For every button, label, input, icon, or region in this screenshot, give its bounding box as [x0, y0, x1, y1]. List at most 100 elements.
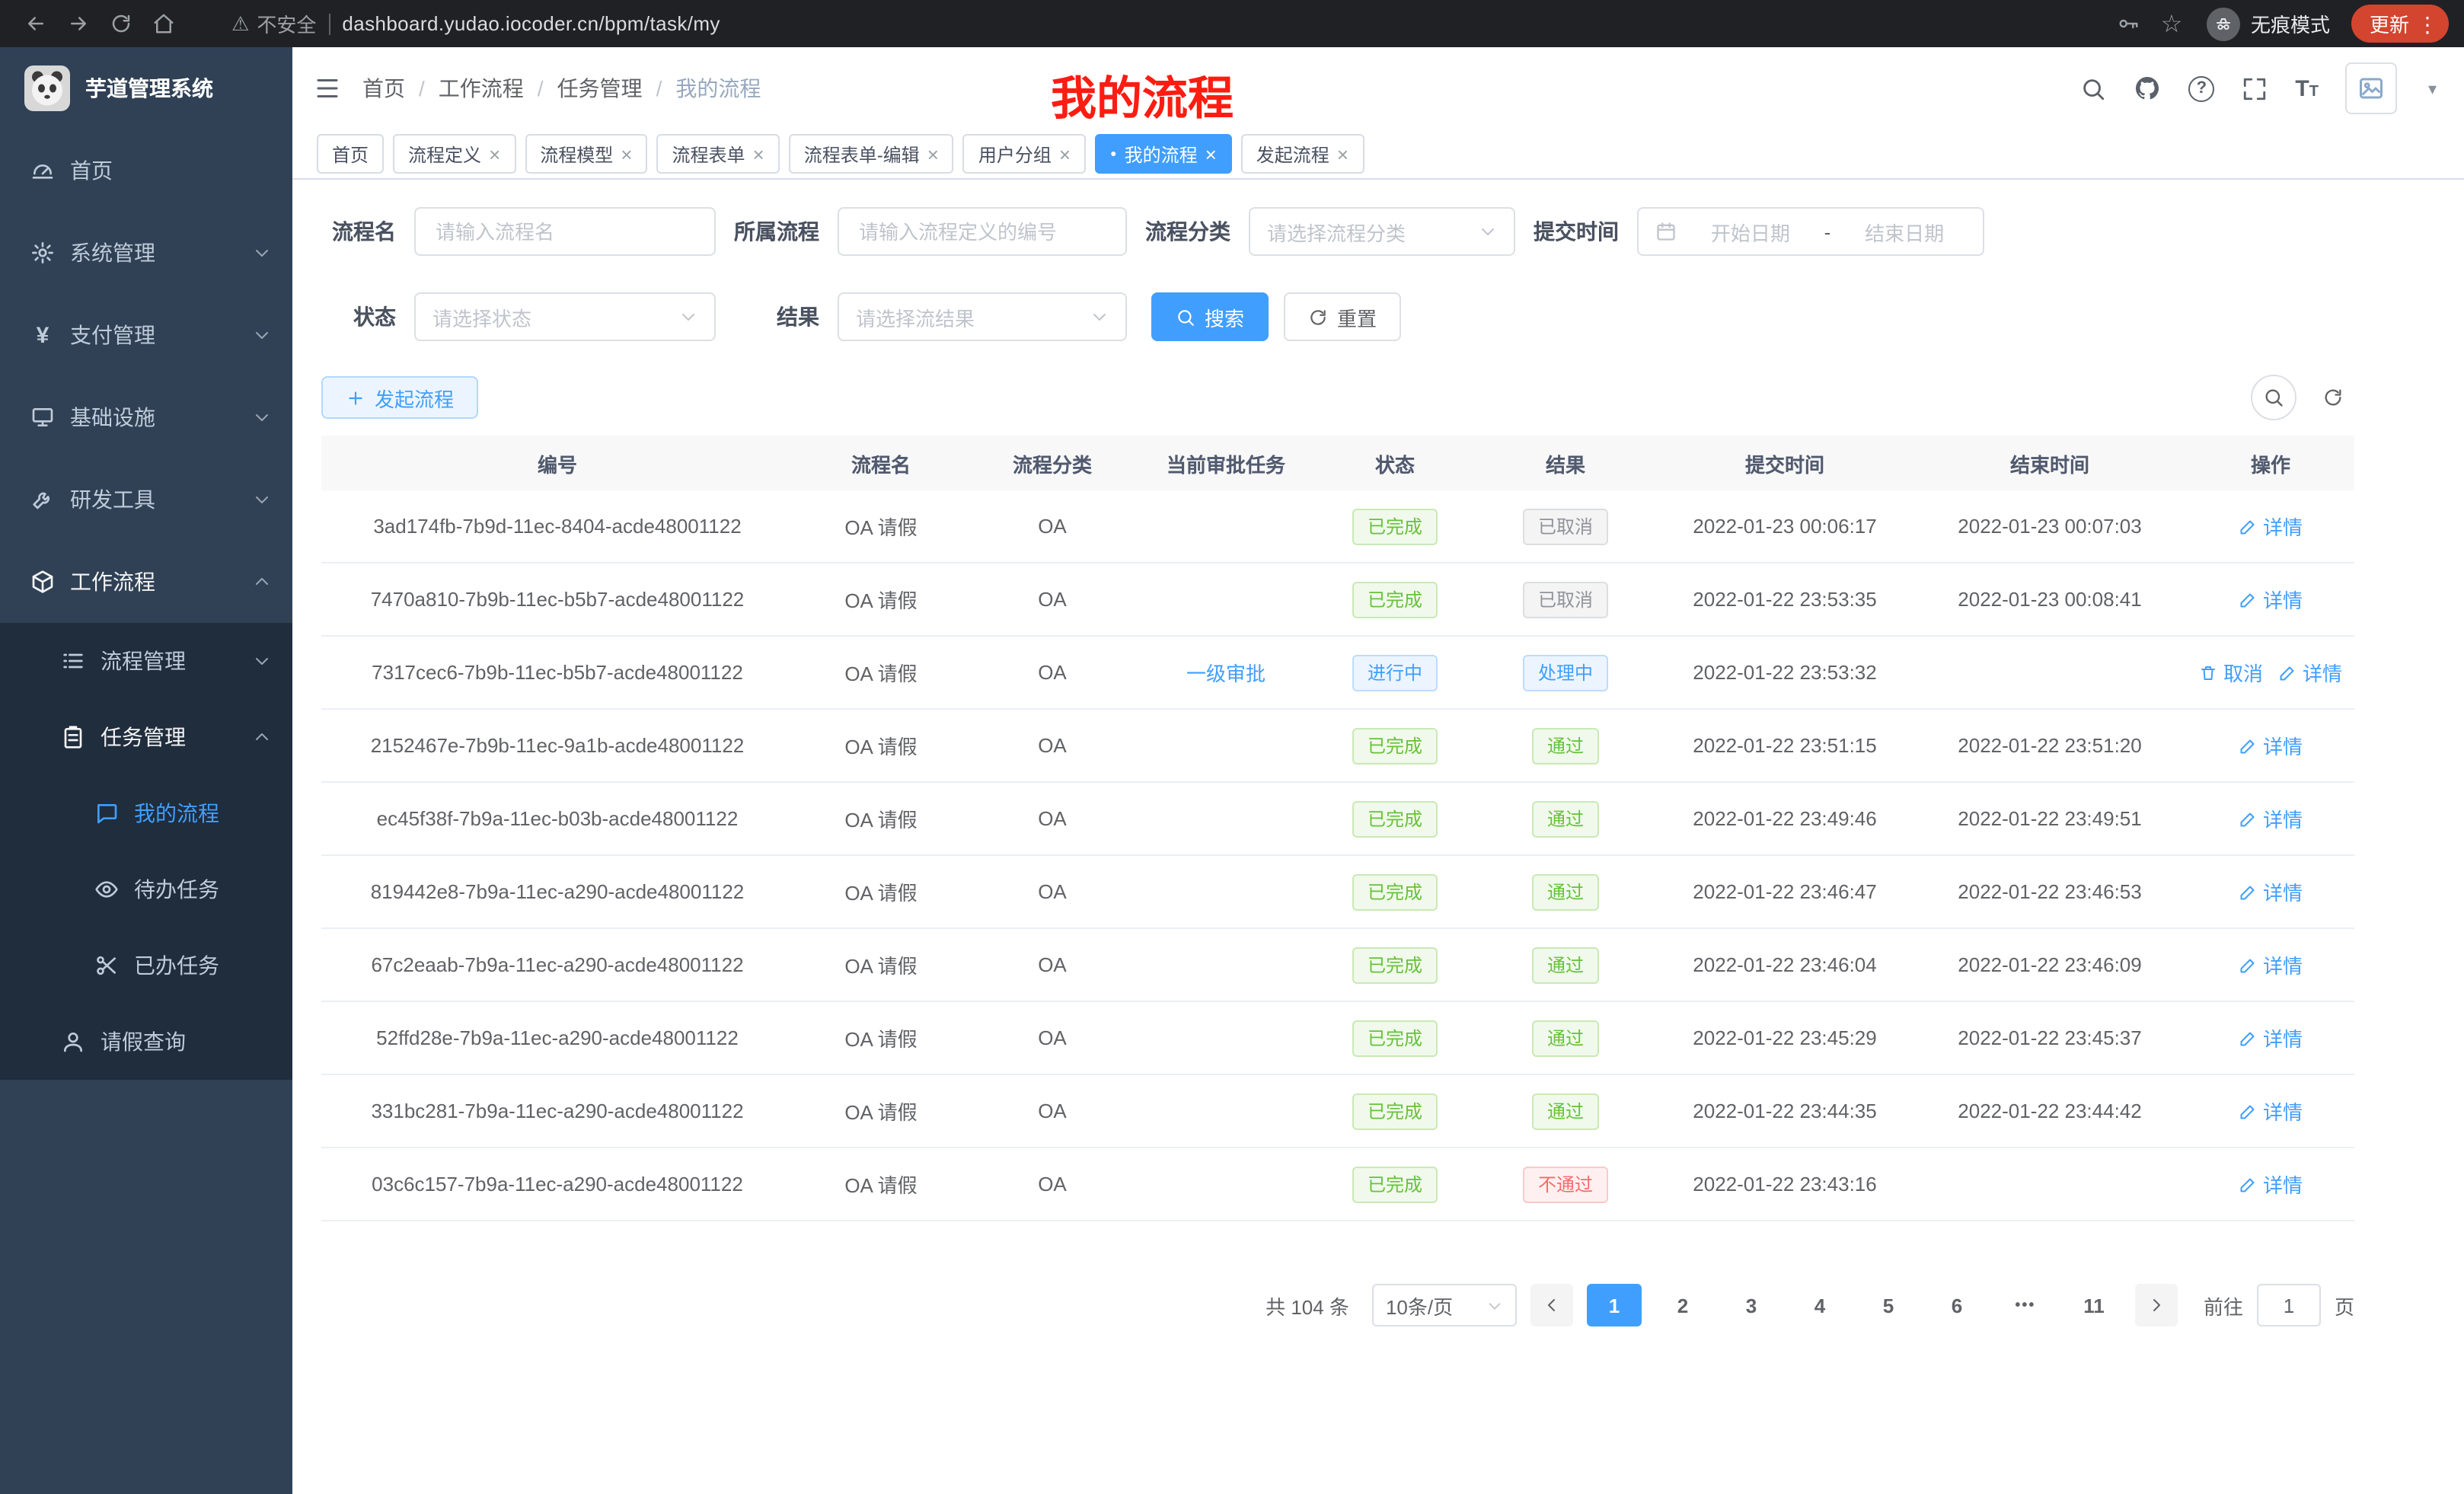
address-bar[interactable]: ⚠ 不安全 dashboard.yudao.iocoder.cn/bpm/tas… — [231, 9, 720, 38]
breadcrumb-workflow[interactable]: 工作流程 — [439, 73, 524, 104]
date-range-picker[interactable]: 开始日期 - 结束日期 — [1637, 207, 1984, 256]
breadcrumb-separator: / — [656, 76, 662, 101]
close-icon[interactable]: × — [1337, 144, 1348, 164]
sidebar-item-workflow[interactable]: 工作流程 — [0, 541, 292, 623]
page-button[interactable]: 5 — [1861, 1284, 1916, 1326]
tab-process-form[interactable]: 流程表单× — [656, 134, 779, 174]
page-button[interactable]: 11 — [2067, 1284, 2121, 1326]
sidebar-item-leave-query[interactable]: 请假查询 — [0, 1004, 292, 1080]
page-size-select[interactable]: 10条/页 — [1372, 1284, 1517, 1326]
edit-icon — [2239, 956, 2257, 974]
page-button[interactable]: 2 — [1655, 1284, 1710, 1326]
font-size-icon[interactable]: TT — [2295, 77, 2319, 100]
tab-my-process[interactable]: ●我的流程× — [1095, 134, 1232, 174]
close-icon[interactable]: × — [753, 144, 764, 164]
detail-link[interactable]: 详情 — [2239, 731, 2303, 760]
page-button[interactable]: 4 — [1792, 1284, 1847, 1326]
close-icon[interactable]: × — [621, 144, 632, 164]
security-label[interactable]: 不安全 — [257, 9, 316, 38]
home-button[interactable] — [143, 4, 183, 43]
sidebar-item-system[interactable]: 系统管理 — [0, 212, 292, 294]
sidebar-item-task-mgmt[interactable]: 任务管理 — [0, 699, 292, 775]
prev-page-button[interactable] — [1530, 1284, 1573, 1326]
refresh-icon — [1308, 307, 1328, 327]
detail-link[interactable]: 详情 — [2239, 804, 2303, 833]
reload-button[interactable] — [101, 4, 140, 43]
edit-icon — [2239, 1029, 2257, 1047]
close-icon[interactable]: × — [1059, 144, 1071, 164]
detail-link[interactable]: 详情 — [2239, 877, 2303, 906]
breadcrumb-separator: / — [538, 76, 544, 101]
more-pages-icon[interactable]: ••• — [1998, 1284, 2053, 1326]
result-select[interactable]: 请选择流结果 — [838, 292, 1127, 341]
breadcrumb-home[interactable]: 首页 — [362, 73, 405, 104]
refresh-table-button[interactable] — [2312, 376, 2354, 419]
avatar-caret-icon[interactable]: ▾ — [2428, 78, 2437, 98]
detail-link[interactable]: 详情 — [2239, 585, 2303, 614]
pagination: 共 104 条 10条/页 1 2 3 4 5 6 ••• 11 前往 页 — [292, 1284, 2354, 1326]
tags-view-bar: 首页 流程定义× 流程模型× 流程表单× 流程表单-编辑× 用户分组× ●我的流… — [292, 129, 2464, 180]
sidebar-fold-icon[interactable] — [314, 75, 341, 102]
tab-process-definition[interactable]: 流程定义× — [393, 134, 515, 174]
main-content: 流程名 所属流程 流程分类 请选择流程分类 提交时间 开始日期 - — [292, 180, 2464, 1494]
url-text[interactable]: dashboard.yudao.iocoder.cn/bpm/task/my — [342, 12, 720, 35]
sidebar-item-done-tasks[interactable]: 已办任务 — [0, 927, 292, 1004]
result-badge: 已取消 — [1523, 508, 1608, 544]
toggle-search-button[interactable] — [2251, 375, 2296, 420]
fullscreen-icon[interactable] — [2242, 75, 2268, 101]
sidebar-item-process-mgmt[interactable]: 流程管理 — [0, 623, 292, 699]
close-icon[interactable]: × — [927, 144, 939, 164]
sidebar-item-payment[interactable]: ¥ 支付管理 — [0, 294, 292, 376]
page-button[interactable]: 3 — [1724, 1284, 1779, 1326]
update-button[interactable]: 更新 ⋮ — [2351, 5, 2449, 43]
detail-link[interactable]: 详情 — [2239, 1170, 2303, 1199]
page-button[interactable]: 6 — [1929, 1284, 1984, 1326]
tab-user-group[interactable]: 用户分组× — [963, 134, 1086, 174]
calendar-icon — [1655, 221, 1677, 242]
current-task-link[interactable]: 一级审批 — [1186, 658, 1266, 687]
table-row: 819442e8-7b9a-11ec-a290-acde48001122OA 请… — [321, 856, 2354, 929]
help-icon[interactable]: ? — [2188, 75, 2214, 101]
table-row: ec45f38f-7b9a-11ec-b03b-acde48001122OA 请… — [321, 783, 2354, 856]
owner-process-input[interactable] — [856, 219, 1109, 244]
tab-process-form-edit[interactable]: 流程表单-编辑× — [789, 134, 954, 174]
forward-button[interactable] — [58, 4, 97, 43]
search-icon[interactable] — [2080, 75, 2106, 101]
bookmark-star-icon[interactable]: ☆ — [2152, 4, 2191, 43]
github-icon[interactable] — [2134, 75, 2161, 102]
close-icon[interactable]: × — [1205, 144, 1217, 164]
page-button[interactable]: 1 — [1587, 1284, 1642, 1326]
sidebar-item-home[interactable]: 首页 — [0, 129, 292, 212]
detail-link[interactable]: 详情 — [2239, 950, 2303, 979]
sidebar-item-devtools[interactable]: 研发工具 — [0, 458, 292, 541]
user-avatar[interactable] — [2346, 62, 2398, 114]
tab-home[interactable]: 首页 — [317, 134, 384, 174]
edit-icon — [2239, 590, 2257, 608]
tab-process-model[interactable]: 流程模型× — [525, 134, 647, 174]
status-badge: 已完成 — [1352, 1093, 1438, 1129]
cancel-link[interactable]: 取消 — [2199, 658, 2263, 687]
breadcrumb-task-mgmt[interactable]: 任务管理 — [557, 73, 643, 104]
detail-link[interactable]: 详情 — [2239, 1023, 2303, 1052]
process-name-input[interactable] — [432, 219, 697, 244]
detail-link[interactable]: 详情 — [2278, 658, 2342, 687]
category-select[interactable]: 请选择流程分类 — [1249, 207, 1515, 256]
search-button[interactable]: 搜索 — [1151, 292, 1269, 341]
detail-link[interactable]: 详情 — [2239, 512, 2303, 541]
sidebar-item-infra[interactable]: 基础设施 — [0, 376, 292, 458]
close-icon[interactable]: × — [489, 144, 500, 164]
result-badge: 通过 — [1532, 947, 1599, 983]
sidebar-item-my-process[interactable]: 我的流程 — [0, 775, 292, 851]
goto-page-input[interactable] — [2257, 1284, 2321, 1326]
status-badge: 已完成 — [1352, 873, 1438, 910]
browser-menu-icon[interactable]: ⋮ — [2417, 13, 2438, 34]
tab-start-process[interactable]: 发起流程× — [1241, 134, 1364, 174]
next-page-button[interactable] — [2135, 1284, 2178, 1326]
reset-button[interactable]: 重置 — [1284, 292, 1401, 341]
status-select[interactable]: 请选择状态 — [414, 292, 716, 341]
sidebar-item-todo-tasks[interactable]: 待办任务 — [0, 851, 292, 927]
password-key-icon[interactable] — [2109, 4, 2149, 43]
start-process-button[interactable]: 发起流程 — [321, 376, 478, 419]
detail-link[interactable]: 详情 — [2239, 1097, 2303, 1125]
back-button[interactable] — [15, 4, 55, 43]
